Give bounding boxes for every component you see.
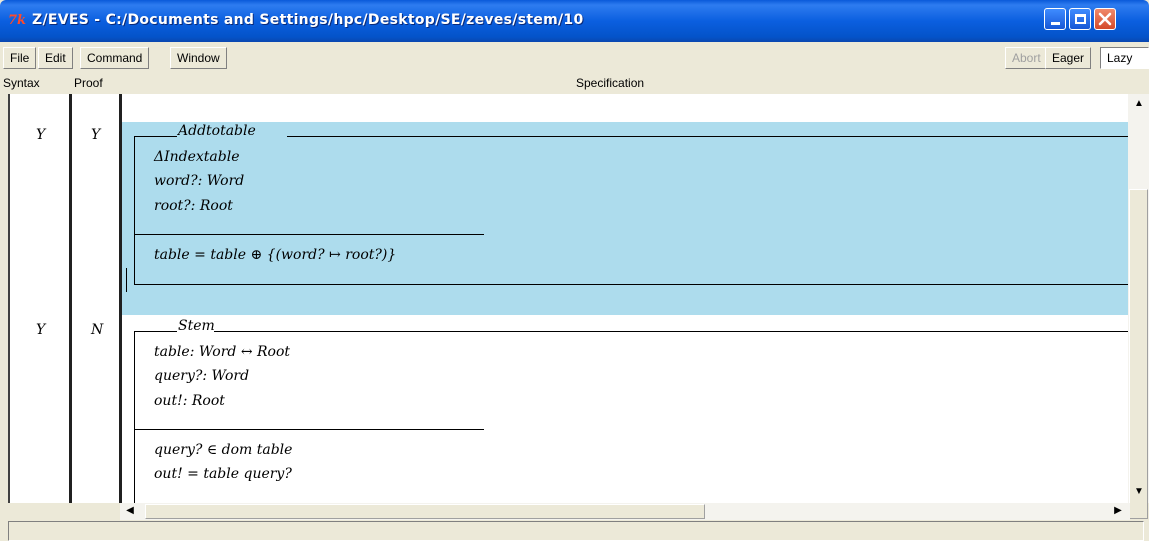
schema-top-rule-right: [214, 331, 1130, 332]
status-bar: [8, 521, 1144, 541]
schema-declaration: out!: Root: [154, 393, 225, 409]
column-header-specification: Specification: [576, 76, 645, 90]
scroll-left-arrow-icon[interactable]: ◀: [122, 503, 138, 519]
scroll-right-arrow-icon[interactable]: ▶: [1110, 503, 1126, 519]
eager-button[interactable]: Eager: [1045, 47, 1092, 69]
schema-declaration: query?: Word: [154, 368, 250, 384]
schema-predicate: query? ∈ dom table: [154, 442, 293, 458]
minimize-button[interactable]: [1044, 8, 1066, 30]
horizontal-scrollbar[interactable]: ◀ ▶: [120, 503, 1130, 520]
maximize-button[interactable]: [1069, 8, 1091, 30]
vertical-scroll-thumb[interactable]: [1129, 189, 1148, 519]
horizontal-scroll-thumb[interactable]: [145, 504, 705, 519]
app-icon[interactable]: 7k: [8, 13, 26, 28]
schema-predicate: table = table ⊕ {(word? ↦ root?)}: [154, 247, 397, 263]
minimize-icon: [1051, 22, 1060, 25]
selected-paragraph-highlight: [122, 122, 1130, 315]
close-button[interactable]: [1094, 8, 1116, 30]
close-icon: [1098, 12, 1112, 26]
schema-divider: [134, 429, 484, 430]
schema-declaration: root?: Root: [154, 198, 233, 214]
lazy-button[interactable]: Lazy: [1100, 47, 1149, 69]
menu-file[interactable]: File: [3, 47, 37, 69]
schema-name: Stem: [178, 318, 215, 334]
syntax-column: Y Y: [10, 94, 72, 503]
schema-declaration: word?: Word: [154, 173, 245, 189]
specification-column[interactable]: Addtotable ΔIndextable word?: Word root?…: [122, 94, 1130, 503]
abort-button[interactable]: Abort: [1005, 47, 1048, 69]
schema-declaration: ΔIndextable: [154, 149, 240, 165]
title-bar[interactable]: 7k Z/EVES - C:/Documents and Settings/hp…: [0, 0, 1149, 42]
schema-name: Addtotable: [178, 123, 256, 139]
syntax-status: Y: [36, 127, 46, 143]
proof-status: N: [91, 322, 104, 338]
maximize-icon: [1075, 14, 1086, 24]
schema-top-rule-left: [134, 331, 177, 332]
menu-edit[interactable]: Edit: [38, 47, 73, 69]
menu-window[interactable]: Window: [170, 47, 227, 69]
scroll-up-arrow-icon[interactable]: ▲: [1131, 96, 1147, 112]
menu-bar: File Edit Command Window Abort Eager Laz…: [0, 42, 1149, 72]
schema-top-rule-right: [287, 136, 1130, 137]
vertical-scrollbar[interactable]: ▲ ▼: [1128, 94, 1149, 519]
schema-predicate: out! = table query?: [154, 466, 292, 482]
scroll-down-arrow-icon[interactable]: ▼: [1131, 484, 1147, 500]
menu-command[interactable]: Command: [80, 47, 150, 69]
syntax-status: Y: [36, 322, 46, 338]
proof-column: Y N: [72, 94, 122, 503]
specification-panel: Y Y Y N Addtotable ΔIndextable word?: Wo…: [8, 94, 1130, 503]
schema-declaration: table: Word ↔ Root: [154, 344, 291, 360]
text-cursor: [126, 268, 127, 292]
proof-status: Y: [91, 127, 101, 143]
schema-left-rule: [134, 136, 135, 284]
schema-top-rule-left: [134, 136, 177, 137]
window-title: Z/EVES - C:/Documents and Settings/hpc/D…: [32, 12, 584, 28]
column-header-proof: Proof: [74, 76, 103, 90]
schema-bottom-rule: [134, 284, 1130, 285]
schema-left-rule: [134, 331, 135, 503]
column-header-syntax: Syntax: [3, 76, 40, 90]
schema-divider: [134, 234, 484, 235]
